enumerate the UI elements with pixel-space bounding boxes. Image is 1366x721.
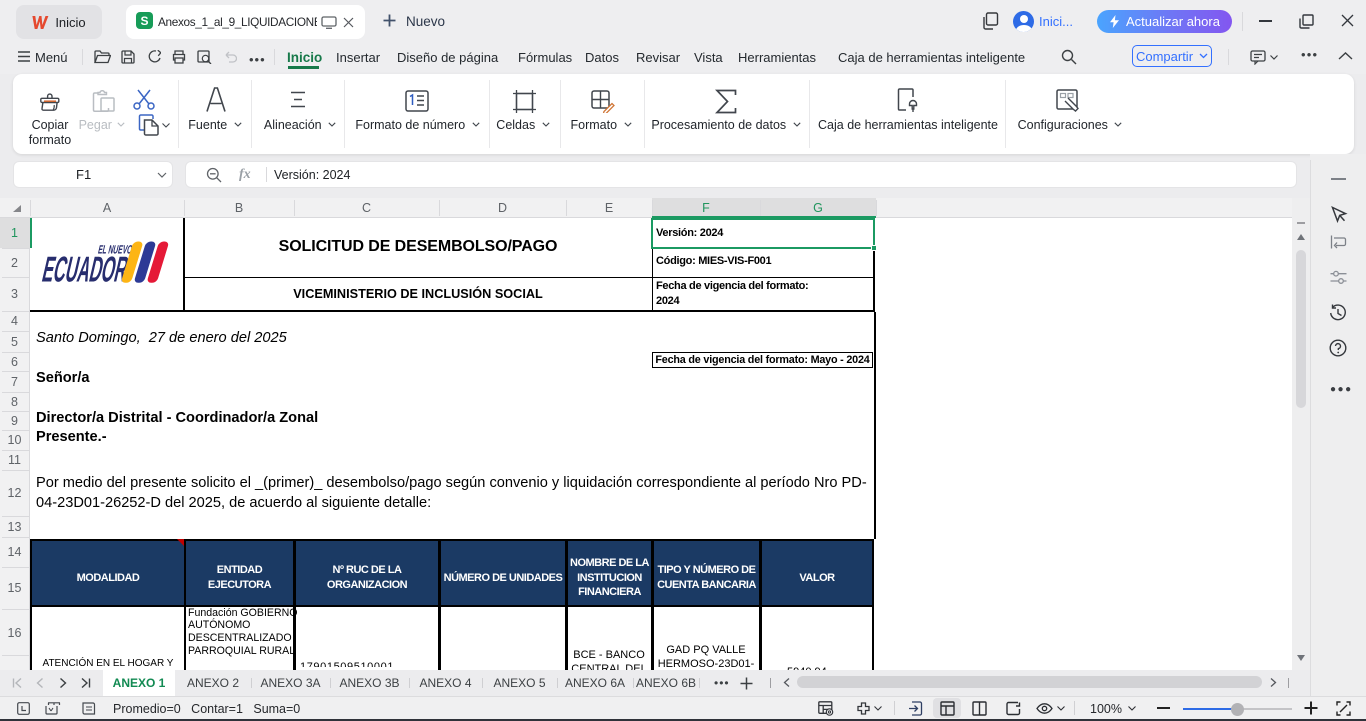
svg-text:ECUADOR: ECUADOR: [39, 249, 132, 286]
